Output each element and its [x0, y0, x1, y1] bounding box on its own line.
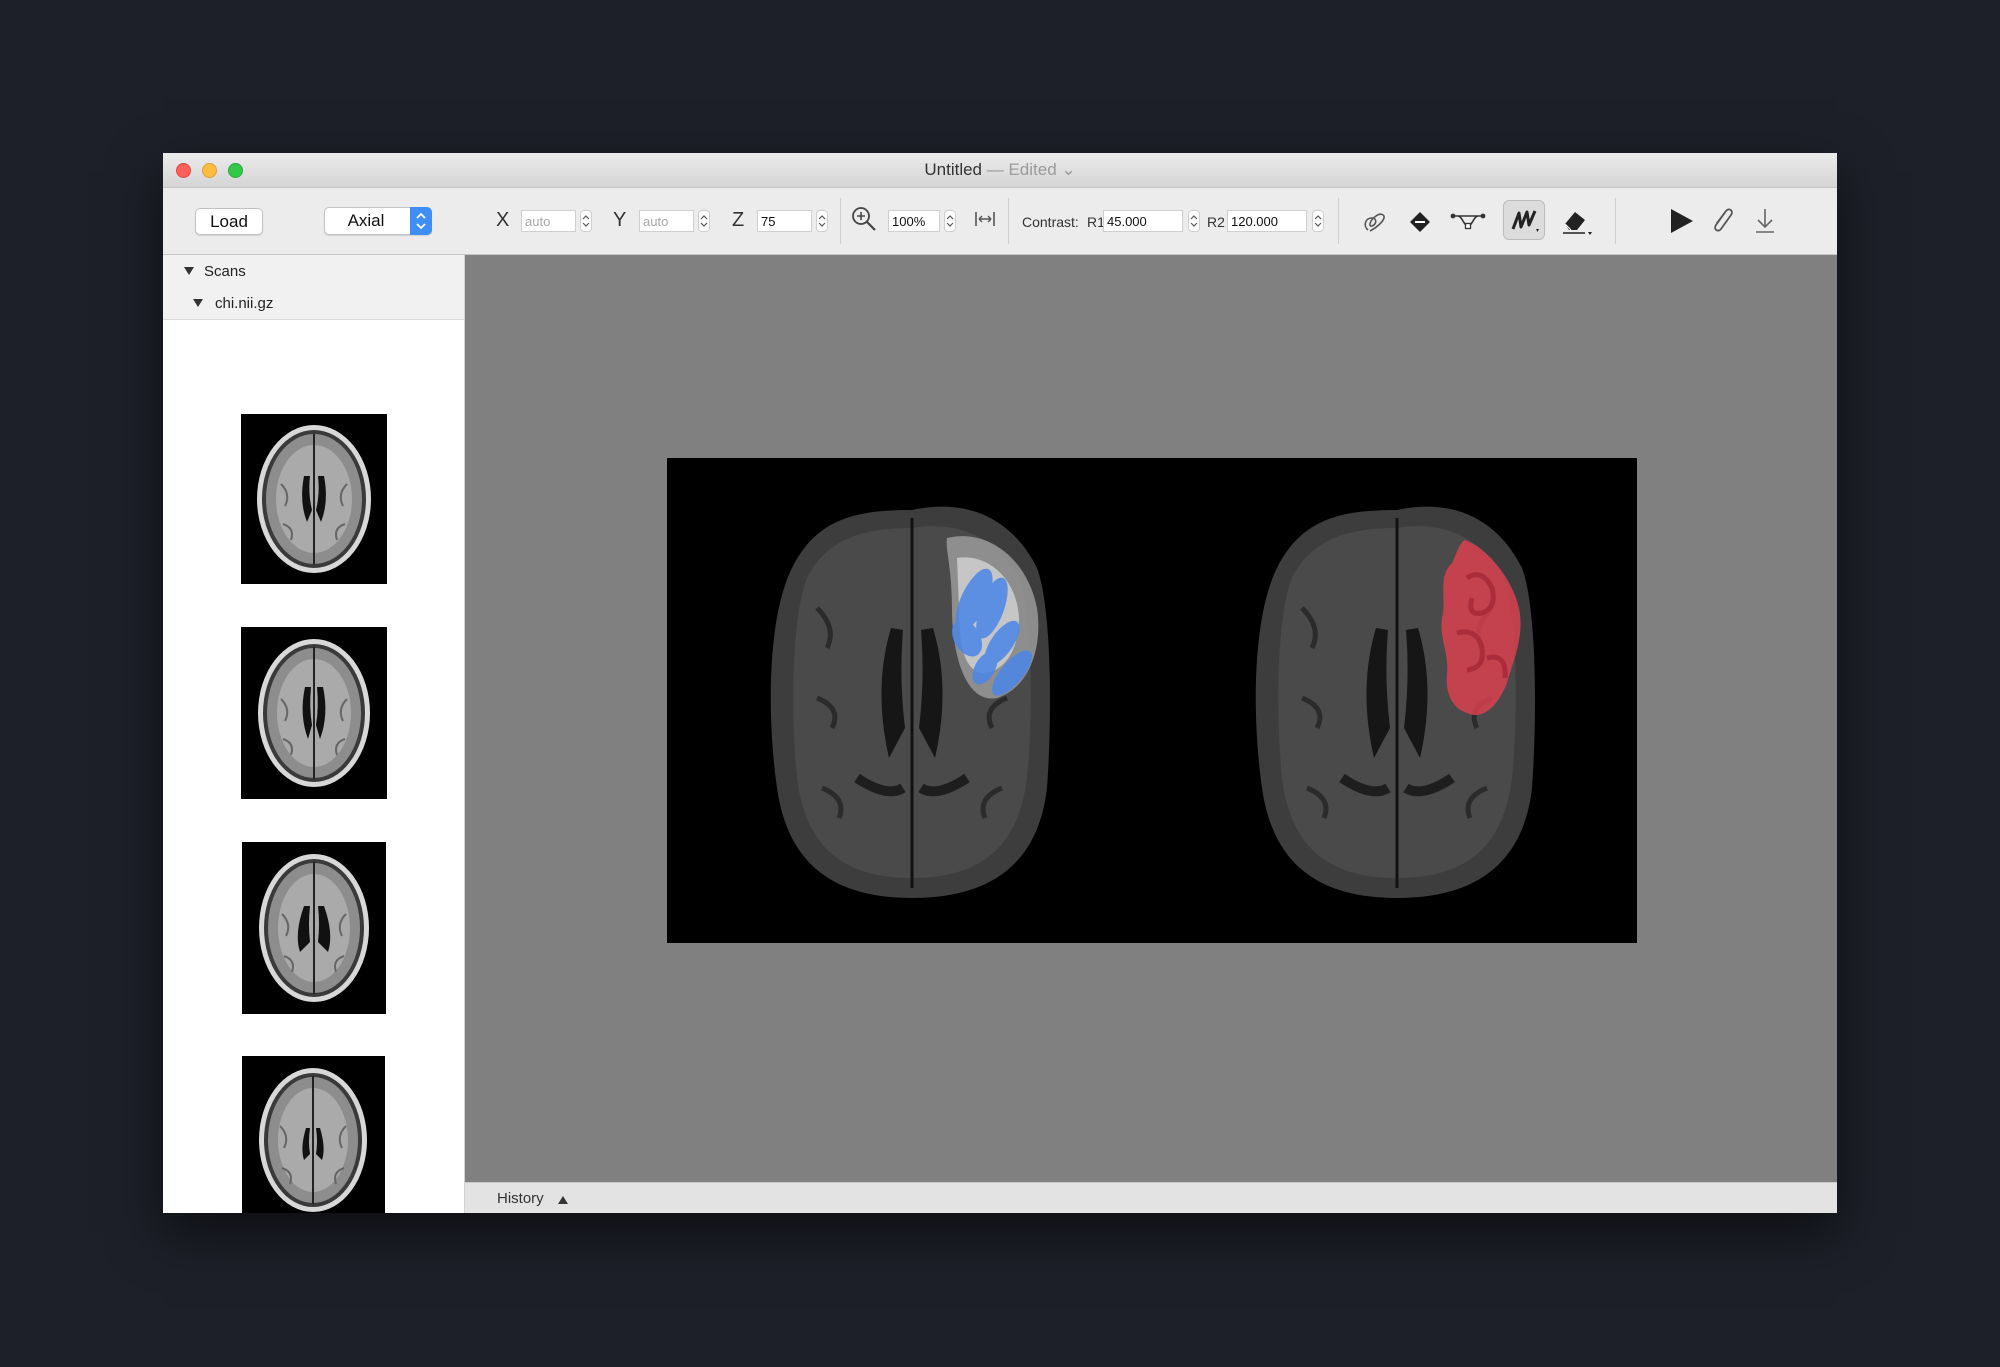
zoom-input[interactable]: 100% — [888, 210, 940, 232]
attach-icon[interactable] — [1708, 205, 1738, 237]
disclosure-triangle-icon[interactable] — [193, 299, 203, 307]
window-title[interactable]: Untitled — Edited ⌄ — [163, 160, 1837, 180]
play-icon[interactable] — [1666, 206, 1696, 236]
x-stepper[interactable] — [580, 210, 592, 232]
tree-item-file[interactable]: chi.nii.gz — [163, 287, 464, 320]
slice-thumbnail[interactable] — [242, 842, 386, 1019]
z-stepper[interactable] — [816, 210, 828, 232]
x-label: X — [496, 209, 510, 231]
fill-bucket-icon[interactable] — [1405, 206, 1435, 236]
r2-label: R2 — [1207, 214, 1225, 230]
r1-stepper[interactable] — [1188, 210, 1200, 232]
toolbar-separator — [840, 198, 841, 244]
select-arrows-icon — [410, 207, 432, 235]
z-label: Z — [732, 209, 745, 231]
r2-input[interactable]: 120.000 — [1227, 210, 1307, 232]
brain-slice-left — [770, 506, 1050, 898]
y-input[interactable]: auto — [639, 210, 694, 232]
image-viewer[interactable] — [465, 255, 1837, 1183]
load-button[interactable]: Load — [195, 208, 263, 235]
toolbar: Load Axial X auto Y auto Z 75 100% Contr… — [163, 188, 1837, 255]
slice-canvas[interactable] — [667, 458, 1637, 943]
tree-file-label: chi.nii.gz — [215, 295, 274, 312]
disclosure-triangle-icon[interactable] — [184, 267, 194, 275]
zoom-stepper[interactable] — [944, 210, 956, 232]
slice-thumbnail[interactable] — [241, 627, 387, 804]
y-label: Y — [613, 209, 627, 231]
zoom-in-icon[interactable] — [850, 205, 878, 233]
slice-thumbnail[interactable] — [241, 414, 387, 589]
eraser-icon[interactable] — [1559, 204, 1595, 238]
brush-icon[interactable] — [1503, 200, 1545, 240]
contrast-label: Contrast: — [1022, 214, 1079, 230]
tree-group-label: Scans — [204, 263, 246, 280]
y-stepper[interactable] — [698, 210, 710, 232]
toolbar-separator — [1338, 198, 1339, 244]
slice-thumbnail[interactable] — [242, 1056, 385, 1213]
x-input[interactable]: auto — [521, 210, 576, 232]
scans-sidebar: Scans chi.nii.gz — [163, 255, 465, 1213]
history-label: History — [497, 1190, 544, 1207]
view-plane-value: Axial — [347, 211, 385, 230]
fit-width-icon[interactable] — [973, 208, 997, 230]
r2-stepper[interactable] — [1312, 210, 1324, 232]
history-bar[interactable]: History — [465, 1182, 1837, 1213]
bezier-pen-icon[interactable] — [1450, 206, 1486, 236]
edited-indicator: — Edited ⌄ — [986, 160, 1076, 179]
expand-up-icon[interactable] — [558, 1196, 568, 1204]
view-plane-select[interactable]: Axial — [324, 207, 432, 235]
toolbar-separator — [1008, 198, 1009, 244]
app-window: Untitled — Edited ⌄ Load Axial X auto Y … — [163, 153, 1837, 1213]
title-bar: Untitled — Edited ⌄ — [163, 153, 1837, 188]
lasso-icon[interactable] — [1360, 206, 1390, 236]
document-name: Untitled — [924, 160, 982, 179]
tree-group-scans[interactable]: Scans — [163, 255, 464, 288]
z-input[interactable]: 75 — [757, 210, 812, 232]
toolbar-separator — [1615, 198, 1616, 244]
download-icon[interactable] — [1753, 206, 1777, 236]
r1-input[interactable]: 45.000 — [1103, 210, 1183, 232]
